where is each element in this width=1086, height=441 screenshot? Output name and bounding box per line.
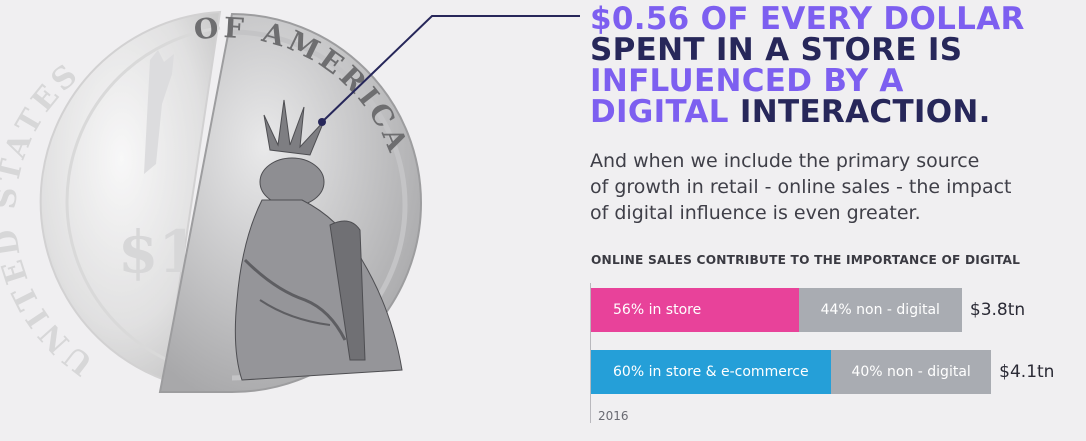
chart-title: ONLINE SALES CONTRIBUTE TO THE IMPORTANC… [591,253,1021,267]
bar-segment-digital-1: 56% in store [591,288,799,332]
headline-dark-word: INTERACTION. [728,94,991,130]
pointer-dot [318,118,326,126]
headline: $0.56 OF EVERY DOLLAR SPENT IN A STORE I… [590,4,1070,128]
bar-segment-non-digital-2: 40% non - digital [831,350,992,394]
subtext-line-2: of growth in retail - online sales - the… [590,176,1012,198]
subtext: And when we include the primary source o… [590,148,1070,226]
bar-segment-label: 44% non - digital [820,302,940,318]
subtext-line-3: of digital influence is even greater. [590,202,921,224]
headline-line-1: $0.56 OF EVERY DOLLAR [590,1,1025,37]
bar-segment-non-digital-1: 44% non - digital [798,288,962,332]
bar-row-2: 60% in store & e-commerce 40% non - digit… [591,350,992,394]
headline-line-2: SPENT IN A STORE IS [590,32,963,68]
subtext-line-1: And when we include the primary source [590,150,980,172]
bar-row-1: 56% in store 44% non - digital [591,288,962,332]
bar-segment-label: 40% non - digital [851,364,971,380]
bar-segment-label: 60% in store & e-commerce [613,364,809,380]
bar-total-label-1: $3.8tn [969,300,1026,320]
bar-segment-digital-2: 60% in store & e-commerce [591,350,832,394]
bar-segment-label: 56% in store [613,302,702,318]
headline-line-3: INFLUENCED BY A [590,63,904,99]
headline-line-4: DIGITAL INTERACTION. [590,97,1070,128]
bar-total-label-2: $4.1tn [999,362,1055,382]
headline-highlight-word: DIGITAL [590,94,729,130]
chart-year-label: 2016 [598,409,629,423]
